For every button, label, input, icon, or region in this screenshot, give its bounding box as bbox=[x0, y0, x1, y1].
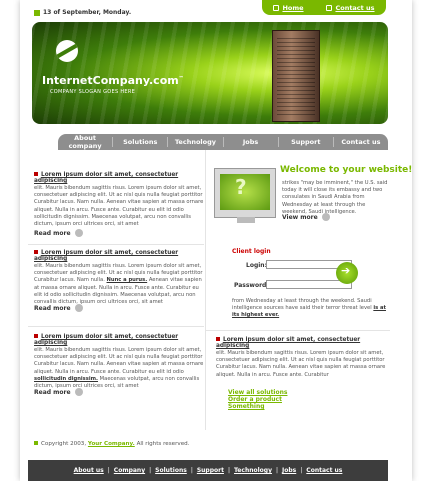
arrow-circle-icon bbox=[321, 213, 330, 221]
password-label: Password: bbox=[234, 282, 269, 289]
something-link[interactable]: Something bbox=[228, 403, 287, 410]
view-all-solutions-link[interactable]: View all solutions bbox=[228, 389, 287, 396]
arrow-circle-icon bbox=[74, 388, 83, 396]
bullet-icon bbox=[34, 9, 40, 16]
arrow-circle-icon bbox=[74, 229, 83, 237]
news-body: elit. Mauris bibendum sagittis risus. Lo… bbox=[216, 350, 386, 378]
bullet-icon bbox=[34, 250, 38, 254]
server-tower-image bbox=[272, 30, 320, 122]
nav-solutions[interactable]: Solutions bbox=[113, 138, 167, 146]
contact-link-label: Contact us bbox=[335, 3, 375, 12]
client-login-title: Client login bbox=[232, 248, 271, 255]
divider bbox=[28, 326, 204, 327]
home-icon bbox=[273, 4, 280, 11]
nav-support[interactable]: Support bbox=[279, 138, 333, 146]
bullet-icon bbox=[34, 334, 38, 338]
contact-link[interactable]: Contact us bbox=[326, 3, 375, 12]
news-body: elit. Mauris bibendum sagittis risus. Lo… bbox=[34, 185, 204, 228]
login-text: from Wednesday at least through the week… bbox=[232, 298, 386, 319]
news-title[interactable]: Lorem ipsum dolor sit amet, consectetuer… bbox=[216, 337, 388, 349]
question-mark-icon: ? bbox=[235, 175, 247, 199]
news-body: elit. Mauris bibendum sagittis risus. Lo… bbox=[34, 263, 203, 306]
nav-about-company[interactable]: About company bbox=[58, 134, 112, 150]
news-body: elit. Mauris bibendum sagittis risus. Lo… bbox=[34, 347, 204, 390]
news-title[interactable]: Lorem ipsum dolor sit amet, consectetuer… bbox=[34, 172, 204, 184]
home-link-label: Home bbox=[282, 3, 304, 12]
bullet-icon bbox=[34, 441, 38, 445]
top-links: Home Contact us bbox=[262, 0, 386, 15]
footer-jobs[interactable]: Jobs bbox=[282, 467, 296, 474]
view-more-link[interactable]: View more bbox=[282, 213, 330, 221]
news-item: Lorem ipsum dolor sit amet, consectetuer… bbox=[34, 172, 204, 228]
footer-contact-us[interactable]: Contact us bbox=[306, 467, 342, 474]
bullet-icon bbox=[34, 172, 38, 176]
news-item: Lorem ipsum dolor sit amet, consectetuer… bbox=[216, 337, 388, 379]
mail-icon bbox=[326, 4, 333, 11]
bullet-icon bbox=[216, 337, 220, 341]
copyright: Copyright 2003, Your Company. All rights… bbox=[34, 441, 189, 447]
date-line: 13 of September, Monday. bbox=[34, 9, 131, 16]
nav-jobs[interactable]: Jobs bbox=[224, 138, 278, 146]
nav-contact-us[interactable]: Contact us bbox=[334, 138, 388, 146]
footer-nav: About us | Company | Solutions | Support | T… bbox=[28, 460, 388, 481]
news-item: Lorem ipsum dolor sit amet, consectetuer… bbox=[34, 250, 204, 306]
home-link[interactable]: Home bbox=[273, 3, 304, 12]
read-more-link[interactable]: Read more bbox=[34, 304, 83, 312]
divider bbox=[206, 330, 390, 331]
login-submit-button[interactable] bbox=[336, 262, 358, 284]
news-title[interactable]: Lorem ipsum dolor sit amet, consectetuer… bbox=[34, 334, 204, 346]
footer-technology[interactable]: Technology bbox=[234, 467, 272, 474]
banner-rays bbox=[32, 22, 388, 124]
arrow-circle-icon bbox=[74, 304, 83, 312]
footer-about-us[interactable]: About us bbox=[74, 467, 104, 474]
order-product-link[interactable]: Order a product bbox=[228, 396, 287, 403]
footer-support[interactable]: Support bbox=[197, 467, 224, 474]
column-divider bbox=[205, 150, 206, 430]
inline-link[interactable]: Nunc a purus. bbox=[107, 277, 148, 283]
divider bbox=[28, 244, 204, 245]
company-logo-icon bbox=[56, 40, 78, 62]
welcome-text: strikes "may be imminent," the U.S. said… bbox=[282, 180, 388, 215]
main-nav: About company Solutions Technology Jobs … bbox=[58, 134, 388, 150]
footer-company[interactable]: Company bbox=[114, 467, 145, 474]
extra-links: View all solutions Order a product Somet… bbox=[228, 389, 287, 410]
inline-link[interactable]: sollicitudin dignissim. bbox=[34, 376, 98, 382]
company-link[interactable]: Your Company. bbox=[88, 441, 135, 447]
company-slogan: COMPANY SLOGAN GOES HERE bbox=[50, 89, 136, 95]
footer-solutions[interactable]: Solutions bbox=[155, 467, 187, 474]
news-item: Lorem ipsum dolor sit amet, consectetuer… bbox=[34, 334, 204, 390]
news-title[interactable]: Lorem ipsum dolor sit amet, consectetuer… bbox=[34, 250, 204, 262]
company-name: InternetCompany.com™ bbox=[42, 74, 184, 87]
date-text: 13 of September, Monday. bbox=[43, 9, 132, 16]
nav-technology[interactable]: Technology bbox=[168, 138, 222, 146]
hero-banner: InternetCompany.com™ COMPANY SLOGAN GOES… bbox=[32, 22, 388, 124]
login-label: Login: bbox=[246, 262, 267, 269]
welcome-heading: Welcome to your website! bbox=[280, 165, 413, 175]
monitor-image: ? bbox=[214, 168, 276, 223]
read-more-link[interactable]: Read more bbox=[34, 388, 83, 396]
read-more-link[interactable]: Read more bbox=[34, 229, 83, 237]
